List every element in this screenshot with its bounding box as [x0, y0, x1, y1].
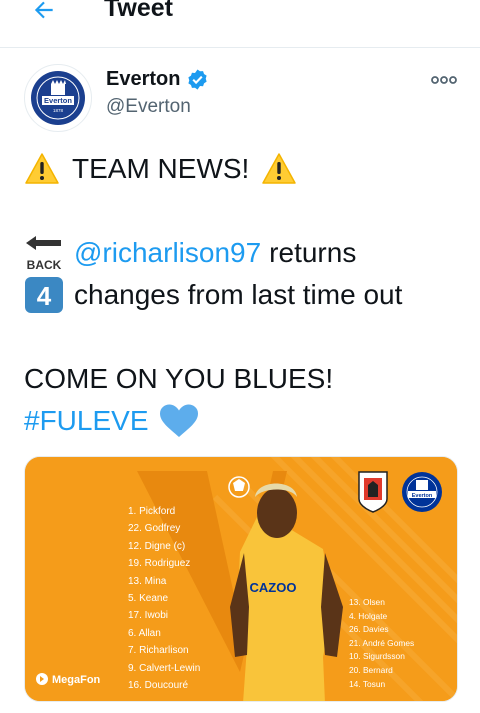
come-on-text: COME ON YOU BLUES! — [24, 363, 334, 394]
lineup-player: 7. Richarlison — [128, 645, 189, 657]
lineup-player: 16. Doucouré — [128, 680, 189, 692]
lineup-player: 5. Keane — [128, 593, 169, 605]
line-spacer — [24, 190, 464, 232]
keycap-four-icon: 4 — [24, 276, 64, 314]
lineup-starting: 1. Pickford 22. Godfrey 12. Digne (c) 19… — [128, 503, 200, 694]
page-title: Tweet — [104, 0, 173, 22]
lineup-player: 9. Calvert-Lewin — [128, 662, 201, 674]
lineup-sub: 13. Olsen — [349, 597, 385, 607]
lineup-sub: 10. Sigurdsson — [349, 651, 405, 662]
tweet-line-changes: 4 changes from last time out — [24, 274, 464, 316]
lineup-sub: 21. André Gomes — [349, 637, 415, 648]
tweet-line-mention: BACK @richarlison97 returns — [24, 232, 464, 274]
tweet-media-image[interactable]: CAZOO Everton 1. Pickford 22. Godfrey 12… — [24, 456, 458, 702]
more-dots-icon — [431, 76, 457, 84]
everton-crest-icon: Everton — [402, 472, 442, 512]
fulham-crest-icon — [358, 471, 388, 513]
avatar-crest-year: 1878 — [53, 108, 64, 113]
lineup-player: 19. Rodriguez — [128, 558, 191, 570]
lineup-substitutes: 13. Olsen 4. Holgate 26. Davies 21. Andr… — [349, 596, 414, 691]
verified-badge-icon — [188, 69, 208, 90]
mention-link[interactable]: @richarlison97 — [74, 232, 261, 274]
author-handle[interactable]: @Everton — [106, 96, 191, 118]
returns-text: returns — [269, 237, 357, 268]
shirt-sponsor-text: CAZOO — [250, 580, 297, 595]
avatar[interactable]: Everton 1878 — [24, 64, 92, 132]
back-arrow-emoji-icon: BACK — [24, 233, 64, 273]
tweet-line-team-news: TEAM NEWS! — [24, 148, 464, 190]
warning-icon — [24, 152, 60, 186]
tweet-line-hashtag: #FULEVE — [24, 400, 464, 442]
lineup-player: 17. Iwobi — [128, 610, 169, 622]
lineup-player: 13. Mina — [128, 575, 167, 587]
team-news-text: TEAM NEWS! — [72, 153, 250, 184]
lineup-player: 6. Allan — [128, 627, 161, 639]
warning-icon — [261, 152, 297, 186]
hashtag-link[interactable]: #FULEVE — [24, 400, 149, 442]
tweet-text: TEAM NEWS! BACK @richarlison97 returns 4… — [24, 148, 464, 442]
blue-heart-icon — [159, 404, 199, 438]
lineup-player: 22. Godfrey — [128, 523, 181, 535]
lineup-sub: 20. Bernard — [349, 664, 393, 675]
changes-text: changes from last time out — [74, 279, 403, 310]
sponsor-logo: MegaFon — [37, 674, 100, 686]
avatar-crest-text: Everton — [44, 96, 72, 105]
sponsor-name: MegaFon — [52, 674, 101, 686]
lineup-sub: 4. Holgate — [349, 610, 388, 621]
everton-crest-icon: Everton 1878 — [31, 71, 85, 125]
keycap-number: 4 — [37, 281, 52, 311]
line-spacer — [24, 316, 464, 358]
lineup-player: 1. Pickford — [128, 506, 176, 517]
lineup-sub: 14. Tosun — [349, 678, 386, 689]
back-emoji-text: BACK — [27, 258, 62, 272]
back-arrow-icon — [34, 1, 53, 19]
crest-text: Everton — [412, 493, 433, 499]
more-options-button[interactable] — [428, 70, 460, 90]
author-display-name[interactable]: Everton — [106, 68, 180, 91]
back-button[interactable] — [22, 0, 66, 32]
tweet-author: Everton 1878 Everton @Everton — [0, 58, 480, 138]
top-bar: Tweet — [0, 0, 480, 48]
author-name-row: Everton — [106, 68, 209, 91]
lineup-sub: 26. Davies — [349, 624, 389, 635]
lineup-player: 12. Digne (c) — [128, 540, 186, 552]
